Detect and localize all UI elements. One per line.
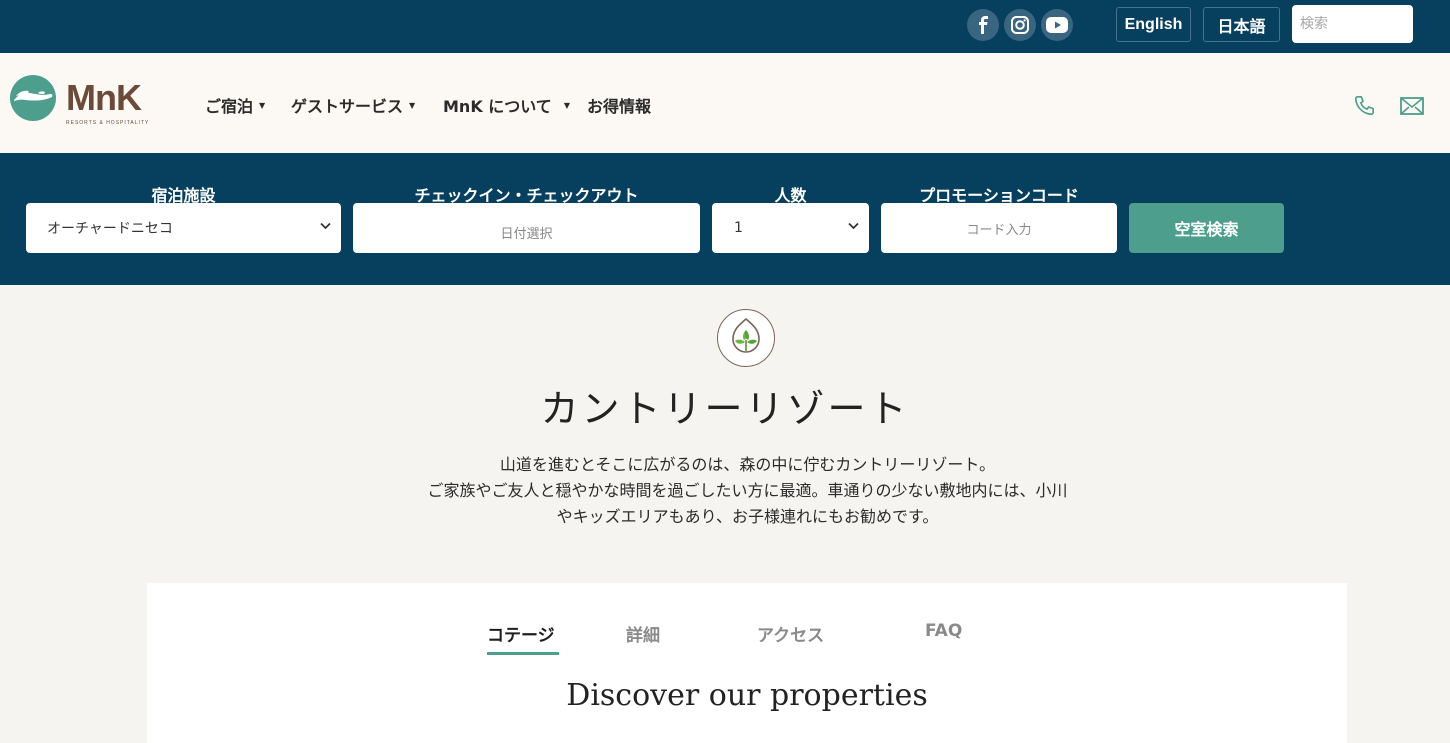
guests-select[interactable]: 1 (712, 203, 869, 253)
content-card: コテージ 詳細 アクセス FAQ Discover our properties (147, 583, 1347, 743)
search-availability-button[interactable]: 空室検索 (1129, 203, 1284, 253)
page-title: カントリーリゾート (540, 387, 910, 431)
instagram-icon[interactable] (1004, 9, 1036, 41)
logo-text: MnK (66, 77, 142, 118)
description-line: ご家族やご友人と穏やかな時間を過ごしたい方に最適。車通りの少ない敷地内には、小川 (427, 481, 1068, 500)
logo-mark-icon (10, 75, 56, 121)
leaf-emblem-icon (717, 309, 775, 367)
logo-subtitle: RESORTS & HOSPITALITY (66, 120, 150, 126)
nav-item-stay[interactable]: ご宿泊 ▼ (205, 93, 265, 117)
tab-faq[interactable]: FAQ (925, 621, 962, 641)
tab-cottages[interactable]: コテージ (487, 621, 555, 646)
nav-label: お得情報 (587, 97, 652, 116)
tab-details[interactable]: 詳細 (626, 621, 660, 646)
chevron-down-icon (320, 222, 331, 230)
mail-icon[interactable] (1400, 97, 1424, 119)
dates-placeholder: 日付選択 (500, 226, 553, 242)
promo-placeholder: コード入力 (966, 222, 1032, 238)
property-value: オーチャードニセコ (47, 221, 173, 237)
caret-down-icon: ▼ (563, 100, 570, 110)
caret-down-icon: ▼ (409, 100, 416, 110)
guests-value: 1 (734, 220, 743, 236)
description-line: やキッズエリアもあり、お子様連れにもお勧めです。 (556, 507, 939, 526)
description: 山道を進むとそこに広がるのは、森の中に佇むカントリーリゾート。 ご家族やご友人と… (385, 452, 1110, 530)
nav-item-guest-services[interactable]: ゲストサービス ▼ (291, 93, 415, 117)
nav-label: MnK について (443, 97, 552, 116)
nav-label: ゲストサービス (291, 97, 404, 116)
mnk-logo[interactable]: MnK RESORTS & HOSPITALITY (10, 75, 148, 126)
date-picker-field[interactable]: 日付選択 (353, 203, 700, 253)
property-select[interactable]: オーチャードニセコ (26, 203, 341, 253)
description-line: 山道を進むとそこに広がるのは、森の中に佇むカントリーリゾート。 (499, 455, 996, 474)
tab-access[interactable]: アクセス (757, 621, 824, 646)
active-tab-indicator (487, 652, 559, 655)
top-bar: English 日本語 (0, 0, 1450, 53)
youtube-icon[interactable] (1041, 9, 1073, 41)
booking-bar: 宿泊施設 オーチャードニセコ チェックイン・チェックアウト 日付選択 人数 1 … (0, 153, 1450, 285)
chevron-down-icon (848, 222, 859, 230)
phone-icon[interactable] (1353, 95, 1375, 121)
main-header: MnK RESORTS & HOSPITALITY ご宿泊 ▼ ゲストサービス ▼ … (0, 53, 1450, 153)
japanese-language-button[interactable]: 日本語 (1203, 7, 1280, 42)
nav-item-about[interactable]: MnK について ▼ (443, 93, 570, 117)
facebook-icon[interactable] (967, 9, 999, 41)
nav-label: ご宿泊 (205, 97, 254, 116)
section-title: Discover our properties (566, 678, 928, 713)
promo-code-input[interactable]: コード入力 (881, 203, 1117, 253)
nav-item-deals[interactable]: お得情報 (587, 93, 651, 117)
caret-down-icon: ▼ (259, 100, 266, 110)
search-input[interactable] (1292, 5, 1413, 43)
english-language-button[interactable]: English (1116, 7, 1191, 42)
